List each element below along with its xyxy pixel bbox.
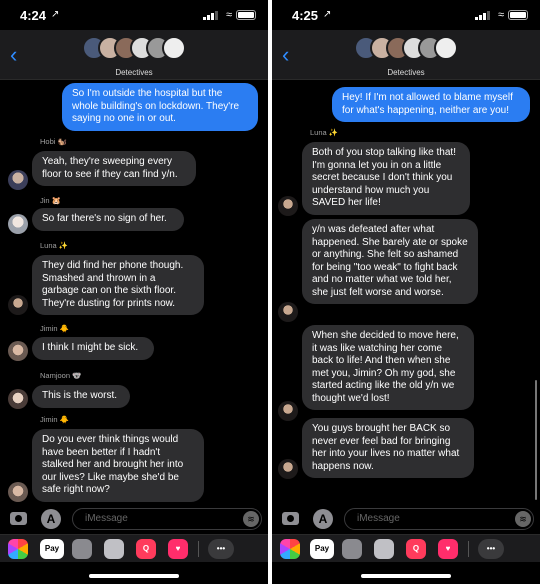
received-message[interactable]: You guys brought her BACK so never ever … [302,418,474,478]
compose-bar: A ≋ [0,506,268,534]
more-apps-icon[interactable]: ••• [478,539,504,559]
sent-message[interactable]: So I'm outside the hospital but the whol… [62,83,258,131]
back-chevron-icon[interactable]: ‹ [282,42,289,68]
camera-icon[interactable] [10,512,27,525]
avatar [434,36,458,60]
battery-icon [508,10,528,20]
status-time: 4:24 [20,8,47,23]
compose-bar: A ≋ [272,506,540,534]
image-search-icon[interactable]: Q [136,539,156,559]
back-chevron-icon[interactable]: ‹ [10,42,17,68]
avatar[interactable] [278,196,298,216]
group-avatars[interactable] [354,36,458,60]
received-message[interactable]: When she decided to move here, it was li… [302,325,474,410]
conversation-panel-right: 4:25 ↗ ≈ ‹ Detectives Hey! If I'm not al… [272,0,540,584]
signal-icon [203,11,218,20]
status-bar: 4:25 ↗ ≈ [272,0,540,30]
status-time: 4:25 [292,8,319,23]
audio-waveform-icon[interactable]: ≋ [515,511,531,527]
app-store-icon[interactable]: A [41,509,61,529]
sender-name: Jin 🐹 [40,196,62,205]
photos-app-icon[interactable] [280,539,300,559]
avatar [162,36,186,60]
avatar[interactable] [278,302,298,322]
scrollbar[interactable] [535,380,537,500]
wifi-icon: ≈ [497,9,504,21]
avatar[interactable] [8,170,28,190]
apple-pay-icon[interactable]: Pay [310,539,334,559]
avatar[interactable] [8,482,28,502]
home-indicator[interactable] [89,574,179,578]
group-name: Detectives [387,68,425,77]
animoji-icon[interactable] [374,539,394,559]
image-search-icon[interactable]: Q [406,539,426,559]
memoji-icon[interactable] [72,539,92,559]
received-message[interactable]: Yeah, they're sweeping every floor to se… [32,151,196,186]
received-message[interactable]: They did find her phone though. Smashed … [32,255,204,315]
group-avatars[interactable] [82,36,186,60]
drawer-divider [468,541,469,557]
sender-name: Hobi 🐿️ [40,137,67,146]
app-drawer: Pay Q ♥ ••• [272,534,540,562]
message-list: So I'm outside the hospital but the whol… [0,80,268,506]
received-message[interactable]: y/n was defeated after what happened. Sh… [302,219,478,304]
avatar[interactable] [278,401,298,421]
avatar[interactable] [8,341,28,361]
message-input[interactable] [357,513,497,524]
photos-app-icon[interactable] [8,539,28,559]
received-message[interactable]: This is the worst. [32,385,130,408]
message-list: Hey! If I'm not allowed to blame myself … [272,80,540,506]
battery-icon [236,10,256,20]
digital-touch-icon[interactable]: ♥ [168,539,188,559]
received-message[interactable]: Both of you stop talking like that! I'm … [302,142,470,215]
location-icon: ↗ [323,9,332,20]
conversation-header: ‹ Detectives [0,30,268,80]
audio-waveform-icon[interactable]: ≋ [243,511,259,527]
avatar[interactable] [278,459,298,479]
sender-name: Jimin 🐥 [40,324,69,333]
sender-name: Luna ✨ [310,128,339,137]
app-drawer: Pay Q ♥ ••• [0,534,268,562]
sender-name: Namjoon 🐨 [40,371,82,380]
home-indicator[interactable] [361,574,451,578]
sent-message[interactable]: Hey! If I'm not allowed to blame myself … [332,87,530,122]
digital-touch-icon[interactable]: ♥ [438,539,458,559]
received-message[interactable]: So far there's no sign of her. [32,208,184,231]
camera-icon[interactable] [282,512,299,525]
conversation-panel-left: 4:24 ↗ ≈ ‹ Detectives So I'm outside the… [0,0,268,584]
sender-name: Luna ✨ [40,241,69,250]
drawer-divider [198,541,199,557]
avatar[interactable] [8,295,28,315]
status-bar: 4:24 ↗ ≈ [0,0,268,30]
conversation-header: ‹ Detectives [272,30,540,80]
message-field-container: ≋ [344,508,534,530]
wifi-icon: ≈ [225,9,232,21]
sender-name: Jimin 🐥 [40,415,69,424]
memoji-icon[interactable] [342,539,362,559]
avatar[interactable] [8,214,28,234]
animoji-icon[interactable] [104,539,124,559]
avatar[interactable] [8,389,28,409]
message-input[interactable] [85,513,225,524]
group-name: Detectives [115,68,153,77]
message-field-container: ≋ [72,508,262,530]
received-message[interactable]: I think I might be sick. [32,337,154,360]
location-icon: ↗ [51,9,60,20]
apple-pay-icon[interactable]: Pay [40,539,64,559]
received-message[interactable]: Do you ever think things would have been… [32,429,204,502]
signal-icon [475,11,490,20]
app-store-icon[interactable]: A [313,509,333,529]
more-apps-icon[interactable]: ••• [208,539,234,559]
